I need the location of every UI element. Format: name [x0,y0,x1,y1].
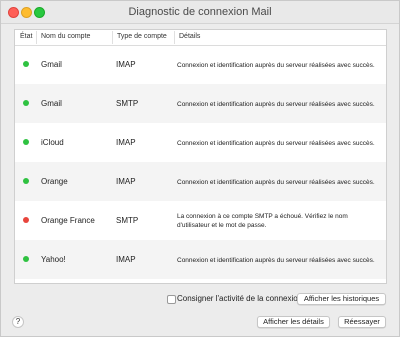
connection-details: Connexion et identification auprès du se… [177,140,375,147]
show-details-button[interactable]: Afficher les détails [257,316,330,328]
status-indicator-icon [23,100,29,106]
account-name: Orange France [41,216,95,225]
table-row[interactable]: Orange France SMTP La connexion à ce compt… [15,201,386,240]
account-name: Gmail [41,60,62,69]
show-logs-button[interactable]: Afficher les historiques [297,293,386,305]
table-row[interactable]: Gmail IMAP Connexion et identification aup… [15,45,386,84]
table-row[interactable]: Yahoo! IMAP Connexion et identification au… [15,240,386,279]
connection-details: Connexion et identification auprès du se… [177,257,375,264]
account-name: iCloud [41,138,64,147]
table-header: État Nom du compte Type de compte Détail… [15,30,386,46]
status-indicator-icon [23,139,29,145]
connection-details: La connexion à ce compte SMTP a échoué. … [177,213,348,229]
window-title: Diagnostic de connexion Mail [128,6,272,18]
account-type: IMAP [116,255,136,264]
connection-details: Connexion et identification auprès du se… [177,101,375,108]
account-type: SMTP [116,216,139,225]
title-bar: Diagnostic de connexion Mail [1,1,399,24]
account-name: Gmail [41,99,62,108]
accounts-table: État Nom du compte Type de compte Détail… [14,29,387,284]
column-header-account[interactable]: Nom du compte [36,31,90,44]
retry-button[interactable]: Réessayer [338,316,386,328]
status-indicator-icon [23,256,29,262]
mail-connection-doctor-window: Diagnostic de connexion Mail État Nom du… [0,0,400,337]
connection-details: Connexion et identification auprès du se… [177,179,375,186]
table-row[interactable]: Orange IMAP Connexion et identification au… [15,162,386,201]
table-row[interactable]: iCloud IMAP Connexion et identification au… [15,123,386,162]
account-type: SMTP [116,99,139,108]
account-type: IMAP [116,60,136,69]
column-header-type[interactable]: Type de compte [112,31,167,44]
log-activity-checkbox[interactable] [167,295,176,304]
column-header-status[interactable]: État [20,33,32,40]
status-indicator-icon [23,217,29,223]
table-row[interactable]: Gmail SMTP Connexion et identification aup… [15,84,386,123]
status-indicator-icon [23,178,29,184]
account-name: Yahoo! [41,255,66,264]
help-button[interactable]: ? [12,316,24,328]
status-indicator-icon [23,61,29,67]
account-type: IMAP [116,138,136,147]
account-name: Orange [41,177,68,186]
connection-details: Connexion et identification auprès du se… [177,62,375,69]
log-activity-label: Consigner l'activité de la connexion [177,294,303,303]
column-header-details[interactable]: Détails [174,31,200,44]
account-type: IMAP [116,177,136,186]
